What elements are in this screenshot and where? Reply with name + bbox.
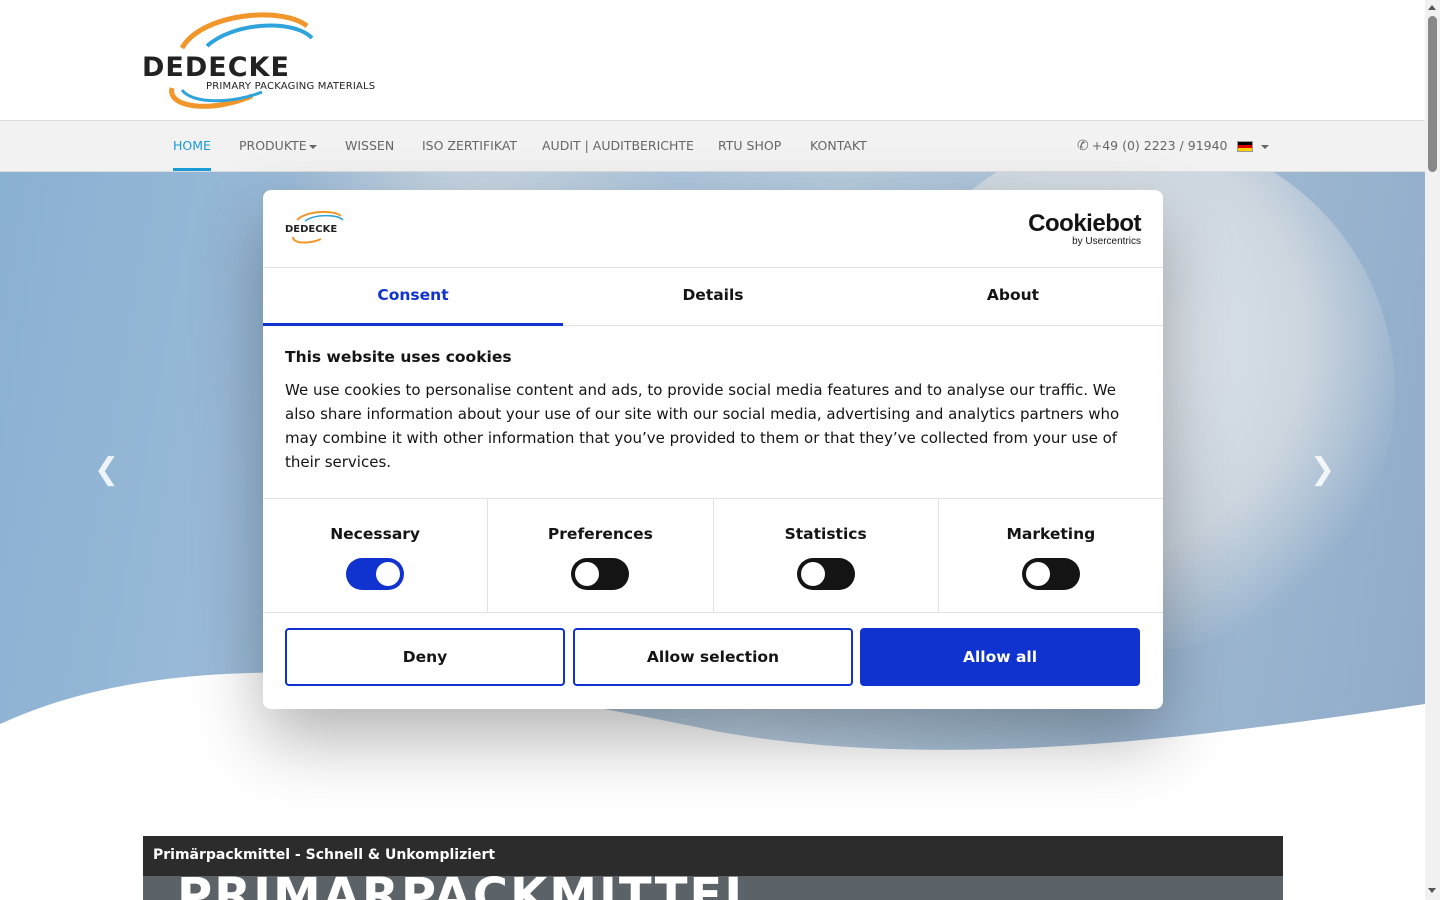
phone-number: +49 (0) 2223 / 91940 [1091,138,1228,153]
level-marketing: Marketing [939,499,1163,612]
video-title-bar: Primärpackmittel - Schnell & Unkomplizie… [143,836,1283,876]
cookiebot-byline: by Usercentrics [1072,236,1141,247]
phone-link[interactable]: ✆ +49 (0) 2223 / 91940 [1077,121,1228,171]
german-flag-icon[interactable] [1237,141,1253,152]
necessary-toggle[interactable] [346,558,405,590]
cookie-body: This website uses cookies We use cookies… [285,348,1141,474]
cookie-buttons: Deny Allow selection Allow all [285,628,1141,686]
video-title: Primärpackmittel - Schnell & Unkomplizie… [153,847,496,863]
cookie-levels: Necessary Preferences Statistics Marketi… [263,498,1163,613]
cookie-title: This website uses cookies [285,348,512,366]
company-logo[interactable]: DEDECKE PRIMARY PACKAGING MATERIALS [142,8,382,112]
dedecke-logo-small: DEDECKE [285,210,344,244]
level-necessary-label: Necessary [330,525,421,543]
carousel-prev-icon[interactable]: ❮ [94,452,119,487]
nav-produkte[interactable]: PRODUKTE [239,121,317,171]
nav-kontakt[interactable]: KONTAKT [810,121,867,171]
cookie-dialog-header: DEDECKE Cookiebot by Usercentrics [263,190,1163,268]
level-preferences: Preferences [488,499,714,612]
video-player[interactable]: PRIMÄRPACKMITTEL Primärpackmittel - Schn… [143,836,1283,900]
level-preferences-label: Preferences [547,525,653,543]
scroll-down-arrow-icon[interactable] [1428,888,1436,893]
level-statistics-label: Statistics [784,525,867,543]
allow-all-button[interactable]: Allow all [860,628,1140,686]
nav-home[interactable]: HOME [173,121,211,171]
tab-details[interactable]: Details [563,268,863,325]
nav-produkte-label: PRODUKTE [239,138,307,153]
cookie-description: We use cookies to personalise content an… [285,381,1120,471]
tab-consent[interactable]: Consent [263,268,563,326]
nav-iso-zertifikat[interactable]: ISO ZERTIFIKAT [422,121,517,171]
site-header: DEDECKE PRIMARY PACKAGING MATERIALS [0,0,1425,120]
cookiebot-logo-text: Cookiebot [1028,210,1141,237]
cookie-consent-dialog: DEDECKE Cookiebot by Usercentrics Consen… [263,190,1163,709]
language-caret-icon[interactable] [1261,145,1269,149]
phone-icon: ✆ [1077,138,1089,154]
scrollbar-thumb[interactable] [1428,16,1437,172]
scroll-up-arrow-icon[interactable] [1428,5,1436,10]
preferences-toggle[interactable] [571,558,630,590]
deny-button[interactable]: Deny [285,628,565,686]
level-statistics: Statistics [714,499,939,612]
nav-rtu-shop[interactable]: RTU SHOP [718,121,781,171]
marketing-toggle[interactable] [1021,558,1080,590]
level-necessary: Necessary [263,499,489,612]
allow-selection-button[interactable]: Allow selection [573,628,853,686]
nav-audit[interactable]: AUDIT | AUDITBERICHTE [542,121,694,171]
caret-down-icon [308,144,317,149]
carousel-next-icon[interactable]: ❯ [1310,452,1335,487]
cookie-tabs: Consent Details About [263,268,1163,326]
main-navbar: HOME PRODUKTE WISSEN ISO ZERTIFIKAT AUDI… [0,120,1425,172]
statistics-toggle[interactable] [796,558,855,590]
logo-subtitle: PRIMARY PACKAGING MATERIALS [206,81,376,92]
level-marketing-label: Marketing [1006,525,1096,543]
page-scrollbar[interactable] [1425,0,1440,900]
nav-wissen[interactable]: WISSEN [345,121,394,171]
svg-text:DEDECKE: DEDECKE [285,224,337,235]
cookiebot-brand[interactable]: Cookiebot by Usercentrics [1028,212,1141,248]
tab-about[interactable]: About [863,268,1163,325]
logo-wordmark: DEDECKE [142,52,290,83]
